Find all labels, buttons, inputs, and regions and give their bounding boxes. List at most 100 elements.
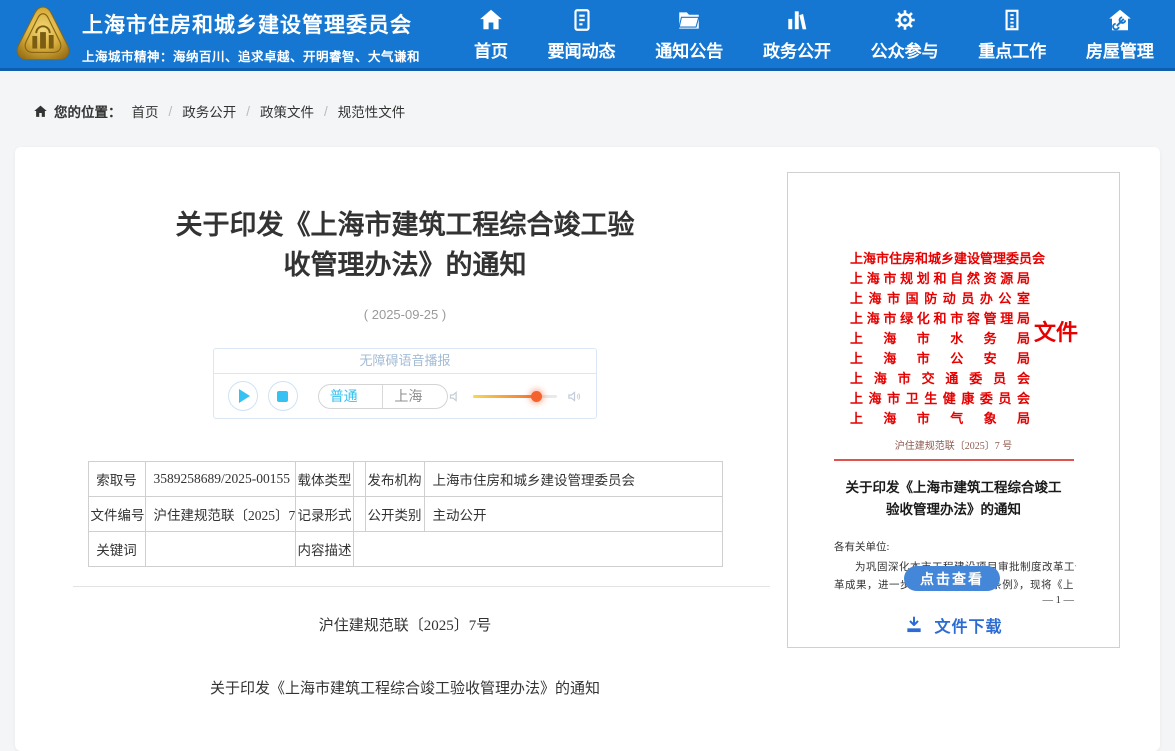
play-icon bbox=[239, 389, 250, 403]
agency-line: 上海市气象局 bbox=[850, 409, 1030, 429]
volume-slider-fill bbox=[473, 395, 537, 398]
nav-item-home[interactable]: 首页 bbox=[468, 0, 514, 68]
bar-chart-icon bbox=[784, 7, 810, 33]
breadcrumb-separator: / bbox=[324, 104, 328, 119]
meta-label-index-no: 索取号 bbox=[88, 462, 145, 497]
house-wrench-icon bbox=[1107, 7, 1133, 33]
file-download-link[interactable]: 文件下载 bbox=[788, 613, 1119, 637]
breadcrumb-separator: / bbox=[246, 104, 250, 119]
file-label: 文件 bbox=[1034, 315, 1078, 347]
language-toggle: 普通话 上海话 bbox=[318, 384, 448, 409]
download-icon bbox=[904, 615, 924, 635]
folder-icon bbox=[676, 7, 702, 33]
content-card: 关于印发《上海市建筑工程综合竣工验 收管理办法》的通知 ( 2025-09-25… bbox=[15, 147, 1160, 751]
meta-label-keywords: 关键词 bbox=[88, 532, 145, 567]
site-slogan: 上海城市精神：海纳百川、追求卓越、开明睿智、大气谦和 bbox=[82, 46, 420, 65]
stop-icon bbox=[277, 391, 288, 402]
page-title-line2: 收管理办法》的通知 bbox=[73, 245, 737, 285]
lang-mandarin-option[interactable]: 普通话 bbox=[319, 385, 383, 408]
meta-label-doc-no: 文件编号 bbox=[88, 497, 145, 532]
publish-date: ( 2025-09-25 ) bbox=[73, 307, 737, 322]
meta-value-issuer: 上海市住房和城乡建设管理委员会 bbox=[424, 462, 722, 497]
agency-line: 上海市规划和自然资源局 bbox=[850, 269, 1030, 289]
nav-item-key-work[interactable]: 重点工作 bbox=[972, 0, 1052, 68]
nav-label: 公众参与 bbox=[871, 37, 939, 62]
nav-item-news[interactable]: 要闻动态 bbox=[542, 0, 622, 68]
nav-label: 重点工作 bbox=[978, 37, 1046, 62]
nav-label: 首页 bbox=[474, 37, 508, 62]
nav-label: 房屋管理 bbox=[1086, 37, 1154, 62]
audio-player: 无障碍语音播报 普通话 上海话 bbox=[213, 348, 597, 419]
document-title-line: 关于印发《上海市建筑工程综合竣工验收管理办法》的通知 bbox=[73, 677, 737, 698]
meta-value-disclosure-type: 主动公开 bbox=[424, 497, 722, 532]
stop-button[interactable] bbox=[268, 381, 298, 411]
document-number-line: 沪住建规范联〔2025〕7号 bbox=[73, 614, 737, 635]
agency-line: 上海市国防动员办公室 bbox=[850, 289, 1030, 309]
preview-doc-title: 关于印发《上海市建筑工程综合竣工 验收管理办法》的通知 bbox=[788, 477, 1119, 521]
nav-label: 要闻动态 bbox=[548, 37, 616, 62]
nav-item-participation[interactable]: 公众参与 bbox=[865, 0, 945, 68]
meta-value-keywords bbox=[145, 532, 295, 567]
brand-block: 上海市住房和城乡建设管理委员会 上海城市精神：海纳百川、追求卓越、开明睿智、大气… bbox=[82, 9, 420, 65]
preview-doc-title-line2: 验收管理办法》的通知 bbox=[788, 499, 1119, 521]
meta-value-description bbox=[353, 532, 722, 567]
section-divider bbox=[73, 586, 770, 587]
volume-loud-icon bbox=[567, 389, 582, 404]
table-row: 索取号 3589258689/2025-00155 载体类型 发布机构 上海市住… bbox=[88, 462, 722, 497]
nav-item-notices[interactable]: 通知公告 bbox=[649, 0, 729, 68]
preview-paragraph-line2-right: 条例》，现将《上 bbox=[991, 577, 1074, 592]
agency-line: 上海市卫生健康委员会 bbox=[850, 389, 1030, 409]
site-title: 上海市住房和城乡建设管理委员会 bbox=[82, 9, 420, 39]
nav-label: 政务公开 bbox=[763, 37, 831, 62]
building-icon bbox=[999, 7, 1025, 33]
red-divider-line bbox=[834, 459, 1074, 461]
table-row: 文件编号 沪住建规范联〔2025〕7 号 记录形式 公开类别 主动公开 bbox=[88, 497, 722, 532]
breadcrumb-item-policy-docs[interactable]: 政策文件 bbox=[260, 101, 314, 121]
page-title-line1: 关于印发《上海市建筑工程综合竣工验 bbox=[73, 205, 737, 245]
agency-logo-icon bbox=[14, 4, 72, 66]
preview-salutation: 各有关单位: bbox=[834, 539, 889, 554]
breadcrumb-item-home[interactable]: 首页 bbox=[132, 101, 159, 121]
document-preview-panel: 上海市住房和城乡建设管理委员会 上海市规划和自然资源局 上海市国防动员办公室 上… bbox=[787, 172, 1120, 648]
agency-line: 上海市交通委员会 bbox=[850, 369, 1030, 389]
meta-value-index-no: 3589258689/2025-00155 bbox=[145, 462, 295, 497]
download-label: 文件下载 bbox=[934, 613, 1002, 637]
play-button[interactable] bbox=[228, 381, 258, 411]
preview-page-number: — 1 — bbox=[1043, 595, 1075, 606]
meta-label-disclosure-type: 公开类别 bbox=[365, 497, 424, 532]
breadcrumb-item-normative-docs[interactable]: 规范性文件 bbox=[338, 101, 406, 121]
breadcrumb-separator: / bbox=[169, 104, 173, 119]
volume-slider[interactable] bbox=[473, 395, 557, 398]
nav-item-housing[interactable]: 房屋管理 bbox=[1080, 0, 1160, 68]
article-column: 关于印发《上海市建筑工程综合竣工验 收管理办法》的通知 ( 2025-09-25… bbox=[73, 147, 737, 698]
meta-label-record-form: 记录形式 bbox=[295, 497, 353, 532]
main-nav: 首页 要闻动态 通知公告 政务公开 公众参与 bbox=[468, 0, 1160, 68]
meta-value-doc-no: 沪住建规范联〔2025〕7 号 bbox=[145, 497, 295, 532]
lang-shanghainese-option[interactable]: 上海话 bbox=[382, 385, 447, 408]
issuing-agencies-list: 上海市住房和城乡建设管理委员会 上海市规划和自然资源局 上海市国防动员办公室 上… bbox=[850, 249, 1030, 429]
meta-label-description: 内容描述 bbox=[295, 532, 353, 567]
audio-caption: 无障碍语音播报 bbox=[213, 348, 597, 373]
breadcrumb-home-icon bbox=[33, 104, 48, 119]
volume-slider-knob[interactable] bbox=[531, 391, 542, 402]
home-icon bbox=[478, 7, 504, 33]
agency-line: 上海市住房和城乡建设管理委员会 bbox=[850, 249, 1030, 269]
agency-line: 上海市绿化和市容管理局 bbox=[850, 309, 1030, 329]
document-meta-table: 索取号 3589258689/2025-00155 载体类型 发布机构 上海市住… bbox=[88, 461, 723, 567]
table-row: 关键词 内容描述 bbox=[88, 532, 722, 567]
page-title: 关于印发《上海市建筑工程综合竣工验 收管理办法》的通知 bbox=[73, 205, 737, 285]
nav-label: 通知公告 bbox=[655, 37, 723, 62]
agency-line: 上海市水务局 bbox=[850, 329, 1030, 349]
nav-item-gov-info[interactable]: 政务公开 bbox=[757, 0, 837, 68]
click-to-view-button[interactable]: 点击查看 bbox=[904, 566, 1000, 591]
breadcrumb: 您的位置： 首页 / 政务公开 / 政策文件 / 规范性文件 bbox=[33, 100, 415, 122]
preview-doc-number: 沪住建规范联〔2025〕7 号 bbox=[788, 437, 1119, 452]
site-header: 上海市住房和城乡建设管理委员会 上海城市精神：海纳百川、追求卓越、开明睿智、大气… bbox=[0, 0, 1175, 71]
meta-value-carrier-type bbox=[353, 462, 365, 497]
breadcrumb-item-gov-info[interactable]: 政务公开 bbox=[182, 101, 236, 121]
preview-doc-title-line1: 关于印发《上海市建筑工程综合竣工 bbox=[788, 477, 1119, 499]
gear-icon bbox=[892, 7, 918, 33]
volume-mute-icon bbox=[448, 389, 463, 404]
audio-controls: 普通话 上海话 bbox=[213, 373, 597, 419]
meta-label-issuer: 发布机构 bbox=[365, 462, 424, 497]
